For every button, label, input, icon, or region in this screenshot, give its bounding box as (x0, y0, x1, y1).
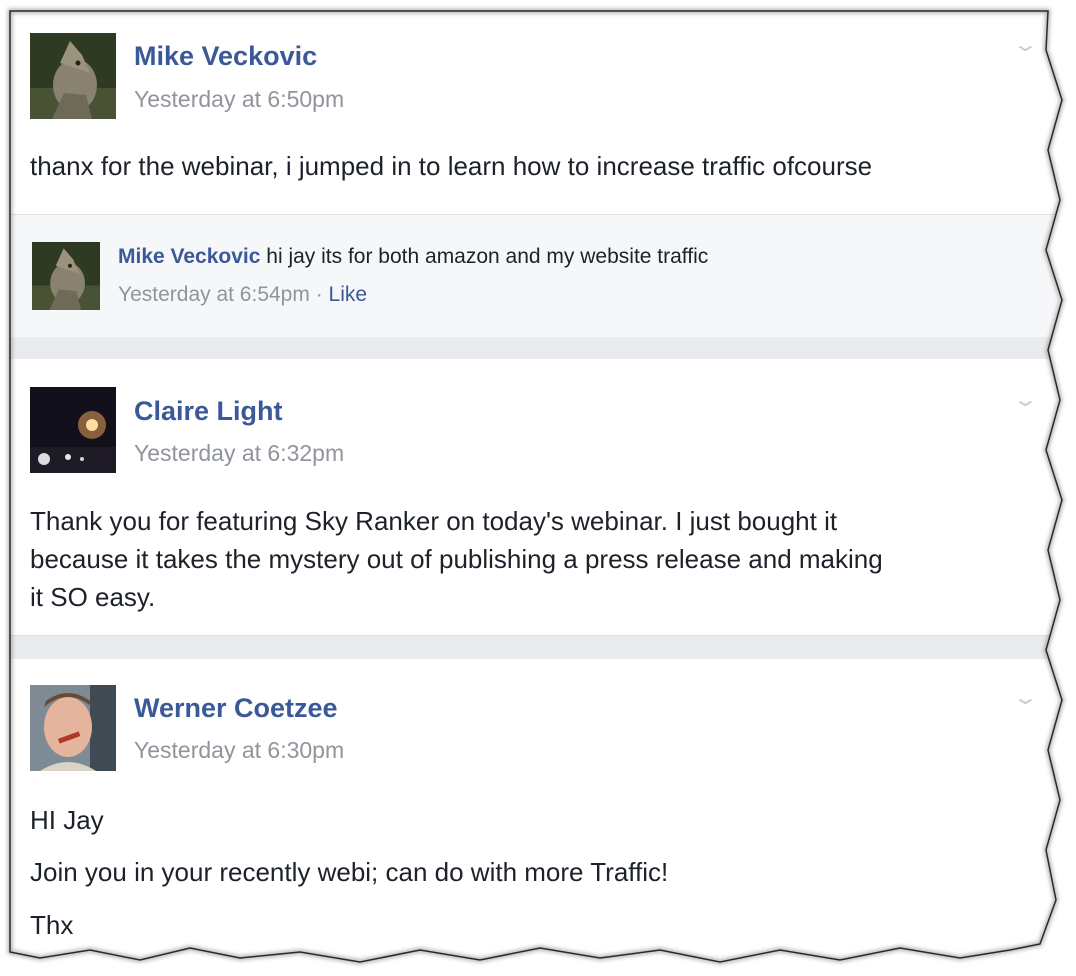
comment-text: Thank you for featuring Sky Ranker on to… (30, 506, 838, 536)
comment-text: HI Jay (30, 805, 104, 835)
avatar[interactable] (30, 685, 116, 771)
reply-section: Mike Veckovic hi jay its for both amazon… (9, 214, 1059, 338)
chevron-down-icon[interactable]: ⌄ (1012, 685, 1039, 710)
post-separator (9, 635, 1059, 660)
reply-line: Mike Veckovic hi jay its for both amazon… (118, 245, 708, 269)
comments-panel: Mike Veckovic Yesterday at 6:50pm ⌄ than… (9, 10, 1069, 968)
post-timestamp[interactable]: Yesterday at 6:30pm (134, 737, 344, 764)
comment-text: Join you in your recently webi; can do w… (30, 857, 669, 887)
comment-post: Claire Light Yesterday at 6:32pm ⌄ Thank… (9, 359, 1059, 635)
comment-text: thanx for the webinar, i jumped in to le… (30, 151, 873, 181)
chevron-down-icon[interactable]: ⌄ (1012, 32, 1039, 57)
post-timestamp[interactable]: Yesterday at 6:50pm (134, 86, 344, 113)
reply-meta: Yesterday at 6:54pm · Like (118, 283, 367, 307)
comment-text: because it takes the mystery out of publ… (30, 544, 883, 574)
avatar[interactable] (32, 242, 100, 310)
avatar[interactable] (30, 387, 116, 473)
post-separator (9, 337, 1059, 359)
avatar[interactable] (30, 33, 116, 119)
reply-author-name[interactable]: Mike Veckovic (118, 245, 260, 268)
like-link[interactable]: Like (329, 283, 368, 306)
post-timestamp[interactable]: Yesterday at 6:32pm (134, 440, 344, 467)
author-name[interactable]: Claire Light (134, 396, 283, 427)
comment-text: Thx (30, 910, 74, 940)
comment-text: it SO easy. (30, 582, 156, 612)
comment-post: Werner Coetzee Yesterday at 6:30pm ⌄ HI … (9, 659, 1059, 968)
chevron-down-icon[interactable]: ⌄ (1012, 387, 1039, 412)
reply-text: hi jay its for both amazon and my websit… (260, 245, 709, 268)
comment-post: Mike Veckovic Yesterday at 6:50pm ⌄ than… (9, 10, 1059, 338)
author-name[interactable]: Werner Coetzee (134, 693, 338, 724)
meta-separator: · (309, 283, 329, 306)
author-name[interactable]: Mike Veckovic (134, 41, 317, 72)
reply-timestamp[interactable]: Yesterday at 6:54pm (118, 283, 310, 306)
